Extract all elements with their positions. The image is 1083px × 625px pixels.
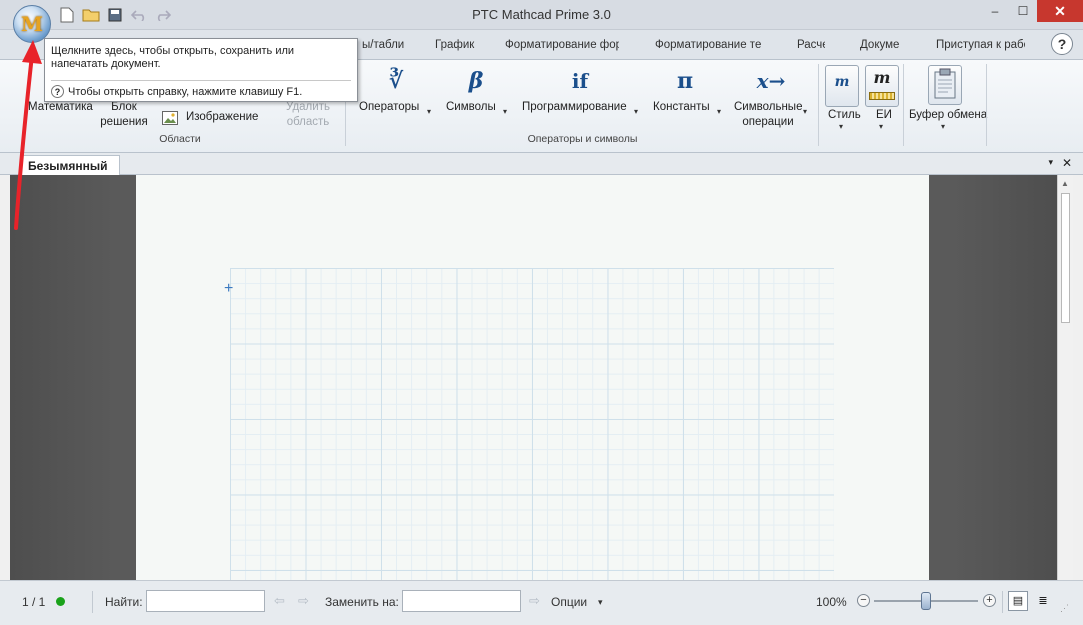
zoom-slider-thumb[interactable] <box>921 592 931 610</box>
window-title: PTC Mathcad Prime 3.0 <box>472 7 611 22</box>
title-bar: PTC Mathcad Prime 3.0 – ☐ ✕ <box>0 0 1083 30</box>
clipboard-icon <box>934 68 956 99</box>
operators-group-label: Операторы и символы <box>527 133 638 145</box>
zoom-in-icon[interactable]: + <box>983 594 996 607</box>
regions-group-label: Области <box>159 133 201 145</box>
tab-document[interactable]: Докуме <box>860 39 902 51</box>
find-next-icon[interactable]: ⇨ <box>298 593 309 609</box>
draft-view-icon[interactable]: ≣ <box>1033 591 1053 611</box>
page-indicator: 1 / 1 <box>22 595 46 609</box>
clipboard-dropdown-icon[interactable]: ▾ <box>941 122 945 131</box>
programming-if-icon: if <box>571 69 589 93</box>
tab-text-formatting[interactable]: Форматирование тек <box>655 39 761 51</box>
symbolic-arrow-icon: x→ <box>756 69 786 93</box>
delete-region-label-2: область <box>286 116 330 128</box>
tooltip-help-text: Чтобы открыть справку, нажмите клавишу F… <box>68 85 303 98</box>
help-icon: ? <box>51 85 64 98</box>
tab-math-formatting[interactable]: Форматирование форм <box>505 39 619 51</box>
app-menu-tooltip: Щелкните здесь, чтобы открыть, сохранить… <box>44 38 358 102</box>
scrollbar-thumb[interactable] <box>1061 193 1070 323</box>
symbols-dropdown-icon[interactable]: ▾ <box>503 107 507 116</box>
status-separator <box>1002 591 1003 613</box>
calculation-status-icon <box>56 597 65 606</box>
options-dropdown-icon[interactable]: ▾ <box>598 597 603 608</box>
replace-input[interactable] <box>402 590 521 612</box>
worksheet-grid[interactable] <box>230 268 834 580</box>
status-separator <box>92 591 93 613</box>
solve-block-label-1: Блок <box>111 101 137 113</box>
tooltip-text: Щелкните здесь, чтобы открыть, сохранить… <box>51 45 295 70</box>
delete-region-label-1: Удалить <box>286 101 330 113</box>
document-list-dropdown-icon[interactable]: ▾ <box>1048 157 1053 168</box>
symbolic-button[interactable]: Символьные операции <box>734 100 802 130</box>
operators-dropdown-icon[interactable]: ▾ <box>427 107 431 116</box>
image-button[interactable]: Изображение <box>162 110 258 125</box>
ruler-icon <box>869 92 895 100</box>
resize-grip-icon[interactable]: ⋰ <box>1060 603 1069 614</box>
operators-button[interactable]: Операторы <box>359 100 419 115</box>
units-tile[interactable]: m <box>865 65 899 107</box>
left-margin <box>0 175 10 580</box>
programming-button[interactable]: Программирование <box>522 100 627 115</box>
clipboard-tile[interactable] <box>928 65 962 105</box>
mathcad-logo-icon: M <box>20 12 44 36</box>
symbolic-dropdown-icon[interactable]: ▾ <box>803 107 807 116</box>
find-input[interactable] <box>146 590 265 612</box>
document-close-icon[interactable]: ✕ <box>1062 156 1072 170</box>
maximize-button[interactable]: ☐ <box>1009 0 1037 22</box>
programming-dropdown-icon[interactable]: ▾ <box>634 107 638 116</box>
cube-root-icon: ∛ <box>388 68 404 94</box>
vertical-scrollbar[interactable]: ▲ <box>1057 175 1073 580</box>
math-region-button[interactable]: Математика <box>28 100 93 115</box>
close-button[interactable]: ✕ <box>1037 0 1083 22</box>
replace-icon[interactable]: ⇨ <box>529 593 540 609</box>
page-view-icon[interactable]: ▤ <box>1008 591 1028 611</box>
solve-block-label-2: решения <box>100 116 148 128</box>
zoom-level: 100% <box>816 595 847 609</box>
symbols-button[interactable]: Символы <box>446 100 496 115</box>
solve-block-button[interactable]: Блок решения <box>100 100 148 130</box>
tab-plots[interactable]: График <box>435 39 475 51</box>
symbolic-label-2: операции <box>742 116 794 128</box>
replace-label: Заменить на: <box>325 595 399 609</box>
window-controls: – ☐ ✕ <box>981 0 1083 22</box>
minimize-button[interactable]: – <box>981 0 1009 22</box>
document-tab-strip: Безымянный ▾ ✕ <box>0 153 1083 175</box>
beta-icon: β <box>468 68 484 94</box>
symbolic-label-1: Символьные <box>734 101 803 113</box>
find-label: Найти: <box>105 595 143 609</box>
image-icon <box>162 110 178 125</box>
constants-dropdown-icon[interactable]: ▾ <box>717 107 721 116</box>
pi-icon: π <box>676 68 694 94</box>
zoom-out-icon[interactable]: − <box>857 594 870 607</box>
find-previous-icon[interactable]: ⇦ <box>274 593 285 609</box>
constants-button[interactable]: Константы <box>653 100 710 115</box>
tab-calculation[interactable]: Расче <box>797 39 825 51</box>
group-separator <box>903 64 904 146</box>
style-tile[interactable]: m <box>825 65 859 107</box>
units-icon: m <box>873 68 891 87</box>
style-dropdown-icon[interactable]: ▾ <box>839 122 843 131</box>
options-button[interactable]: Опции <box>551 595 587 609</box>
status-bar: 1 / 1 Найти: ⇦ ⇨ Заменить на: ⇨ Опции ▾ … <box>0 580 1083 625</box>
tooltip-divider <box>51 80 351 81</box>
help-button[interactable]: ? <box>1051 33 1073 55</box>
units-button[interactable]: ЕИ <box>876 108 892 123</box>
tab-matrices-tables[interactable]: ы/таблиц <box>362 39 404 51</box>
delete-region-button[interactable]: Удалить область <box>286 100 330 130</box>
tab-getting-started[interactable]: Приступая к рабо <box>936 39 1025 51</box>
group-separator <box>818 64 819 146</box>
style-icon: m <box>834 74 850 90</box>
tooltip-help-line: ? Чтобы открыть справку, нажмите клавишу… <box>51 85 302 98</box>
document-tab[interactable]: Безымянный <box>20 155 120 175</box>
units-dropdown-icon[interactable]: ▾ <box>879 122 883 131</box>
group-separator <box>986 64 987 146</box>
style-button[interactable]: Стиль <box>828 108 861 123</box>
scroll-up-icon[interactable]: ▲ <box>1061 179 1069 188</box>
clipboard-button[interactable]: Буфер обмена <box>909 108 987 123</box>
image-label: Изображение <box>186 111 259 123</box>
insertion-cursor-icon: + <box>224 280 234 297</box>
